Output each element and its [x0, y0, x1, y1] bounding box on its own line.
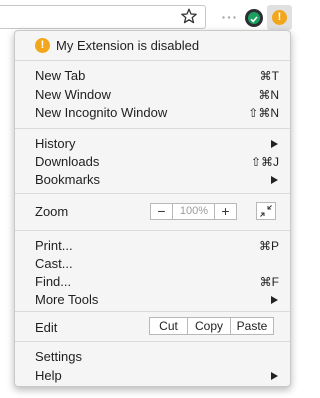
paste-button[interactable]: Paste — [231, 318, 273, 334]
menu-item-more-tools[interactable]: More Tools — [15, 291, 290, 309]
checkmark-icon — [250, 16, 258, 23]
warning-extension-button[interactable]: ! — [267, 5, 292, 30]
browser-toolbar: ! — [0, 0, 297, 34]
new-incognito-shortcut: ⇧⌘N — [248, 106, 279, 120]
bookmarks-label: Bookmarks — [35, 172, 101, 187]
history-label: History — [35, 136, 76, 151]
menu-item-new-window[interactable]: New Window ⌘N — [15, 86, 290, 104]
new-window-label: New Window — [35, 87, 111, 102]
menu-divider — [15, 128, 290, 129]
menu-item-new-incognito-window[interactable]: New Incognito Window ⇧⌘N — [15, 104, 290, 122]
new-tab-label: New Tab — [35, 68, 86, 83]
menu-item-new-tab[interactable]: New Tab ⌘T — [15, 67, 290, 85]
submenu-arrow-icon — [271, 372, 278, 380]
zoom-label: Zoom — [35, 204, 69, 219]
new-window-shortcut: ⌘N — [258, 88, 279, 102]
edit-label: Edit — [35, 320, 58, 335]
browser-main-menu: ! My Extension is disabled New Tab ⌘T Ne… — [14, 30, 291, 387]
menu-item-settings[interactable]: Settings — [15, 348, 290, 366]
zoom-level-value: 100% — [179, 205, 209, 217]
warning-extension-icon: ! — [272, 10, 287, 25]
star-icon[interactable] — [181, 8, 197, 24]
green-check-extension-icon[interactable] — [245, 9, 263, 27]
extension-disabled-item[interactable]: ! My Extension is disabled — [15, 37, 290, 55]
zoom-controls: − 100% + — [150, 203, 237, 220]
print-shortcut: ⌘P — [258, 239, 279, 253]
settings-label: Settings — [35, 349, 82, 364]
menu-item-cast[interactable]: Cast... — [15, 255, 290, 273]
menu-item-print[interactable]: Print... ⌘P — [15, 237, 290, 255]
menu-item-bookmarks[interactable]: Bookmarks — [15, 171, 290, 189]
more-tools-label: More Tools — [35, 292, 99, 307]
zoom-in-button[interactable]: + — [214, 204, 236, 219]
cut-button[interactable]: Cut — [150, 318, 188, 334]
menu-divider — [15, 230, 290, 231]
cast-label: Cast... — [35, 256, 73, 271]
menu-divider — [15, 341, 290, 342]
submenu-arrow-icon — [271, 296, 278, 304]
menu-item-help[interactable]: Help — [15, 367, 290, 385]
new-tab-shortcut: ⌘T — [259, 69, 279, 83]
fullscreen-icon — [260, 205, 272, 217]
find-shortcut: ⌘F — [259, 275, 279, 289]
extension-disabled-label: My Extension is disabled — [56, 38, 200, 53]
zoom-out-button[interactable]: − — [151, 204, 173, 219]
print-label: Print... — [35, 238, 73, 253]
menu-divider — [15, 60, 290, 61]
menu-divider — [15, 311, 290, 312]
dots-icon[interactable] — [222, 16, 236, 19]
fullscreen-button[interactable] — [256, 202, 276, 220]
copy-button[interactable]: Copy — [188, 318, 231, 334]
new-incognito-label: New Incognito Window — [35, 105, 168, 120]
menu-item-find[interactable]: Find... ⌘F — [15, 273, 290, 291]
menu-item-history[interactable]: History — [15, 135, 290, 153]
find-label: Find... — [35, 274, 72, 289]
menu-item-downloads[interactable]: Downloads ⇧⌘J — [15, 153, 290, 171]
submenu-arrow-icon — [271, 140, 278, 148]
downloads-shortcut: ⇧⌘J — [250, 155, 279, 169]
menu-divider — [15, 193, 290, 194]
help-label: Help — [35, 368, 62, 383]
address-bar[interactable] — [0, 5, 206, 29]
submenu-arrow-icon — [271, 176, 278, 184]
edit-controls: Cut Copy Paste — [149, 317, 274, 335]
downloads-label: Downloads — [35, 154, 100, 169]
warning-icon: ! — [35, 38, 50, 53]
